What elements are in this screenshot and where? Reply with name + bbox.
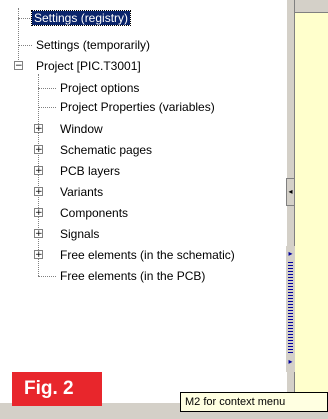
collapse-icon[interactable]: − <box>14 61 23 71</box>
content-pane <box>295 0 328 418</box>
tree-item-settings-temporarily[interactable]: Settings (temporarily) <box>34 36 152 54</box>
expand-icon[interactable]: + <box>34 145 43 155</box>
tree-line-item-12 <box>38 276 56 277</box>
tree-line-item-0 <box>18 18 32 19</box>
tree-line-item-1 <box>18 45 32 46</box>
tree-item-label: Free elements (in the schematic) <box>60 248 235 262</box>
tree-item-project-options[interactable]: Project options <box>58 79 141 97</box>
tree-item-settings-registry[interactable]: Settings (registry) <box>30 9 132 27</box>
scroll-thumb[interactable] <box>288 262 293 354</box>
scroll-up-arrow-icon[interactable]: ▸ <box>286 248 295 260</box>
expand-icon[interactable]: + <box>34 166 43 176</box>
tree-item-label: Schematic pages <box>60 143 153 157</box>
tree-item-label: Project Properties (variables) <box>60 100 215 114</box>
tree-line-item-3 <box>38 88 56 89</box>
tree-item-label: Project [PIC.T3001] <box>36 59 141 73</box>
tree-item-signals[interactable]: Signals <box>58 225 101 243</box>
tree-line-item-4 <box>38 107 56 108</box>
tooltip: M2 for context menu <box>180 392 328 412</box>
content-pane-header <box>295 0 328 13</box>
tree-item-label: Project options <box>60 81 140 95</box>
tree-item-label: Components <box>60 206 129 220</box>
tree-item-free-elements-pcb[interactable]: Free elements (in the PCB) <box>58 267 207 285</box>
tree-item-label: Window <box>60 122 103 136</box>
tree-item-free-elements-schematic[interactable]: Free elements (in the schematic) <box>58 246 237 264</box>
collapse-pane-button[interactable]: ◂ <box>286 178 295 206</box>
tree-item-components[interactable]: Components <box>58 204 130 222</box>
tree-item-label: Settings (registry) <box>30 10 132 26</box>
expand-icon[interactable]: + <box>34 229 43 239</box>
project-tree: Settings (registry) Settings (temporaril… <box>0 0 286 418</box>
tree-item-project-properties[interactable]: Project Properties (variables) <box>58 98 217 116</box>
tree-item-label: PCB layers <box>60 164 121 178</box>
tree-line-root <box>18 8 19 68</box>
scroll-down-arrow-icon[interactable]: ▸ <box>286 356 295 368</box>
tree-item-schematic-pages[interactable]: Schematic pages <box>58 141 154 159</box>
tree-item-window[interactable]: Window <box>58 120 105 138</box>
figure-label: Fig. 2 <box>12 372 102 406</box>
expand-icon[interactable]: + <box>34 187 43 197</box>
tree-item-label: Variants <box>60 185 104 199</box>
tree-item-label: Signals <box>60 227 100 241</box>
tree-item-variants[interactable]: Variants <box>58 183 105 201</box>
expand-icon[interactable]: + <box>34 208 43 218</box>
expand-icon[interactable]: + <box>34 250 43 260</box>
tree-item-pcb-layers[interactable]: PCB layers <box>58 162 122 180</box>
tree-item-label: Settings (temporarily) <box>36 38 151 52</box>
expand-icon[interactable]: + <box>34 124 43 134</box>
tree-item-project[interactable]: Project [PIC.T3001] <box>34 57 143 75</box>
tree-item-label: Free elements (in the PCB) <box>60 269 206 283</box>
